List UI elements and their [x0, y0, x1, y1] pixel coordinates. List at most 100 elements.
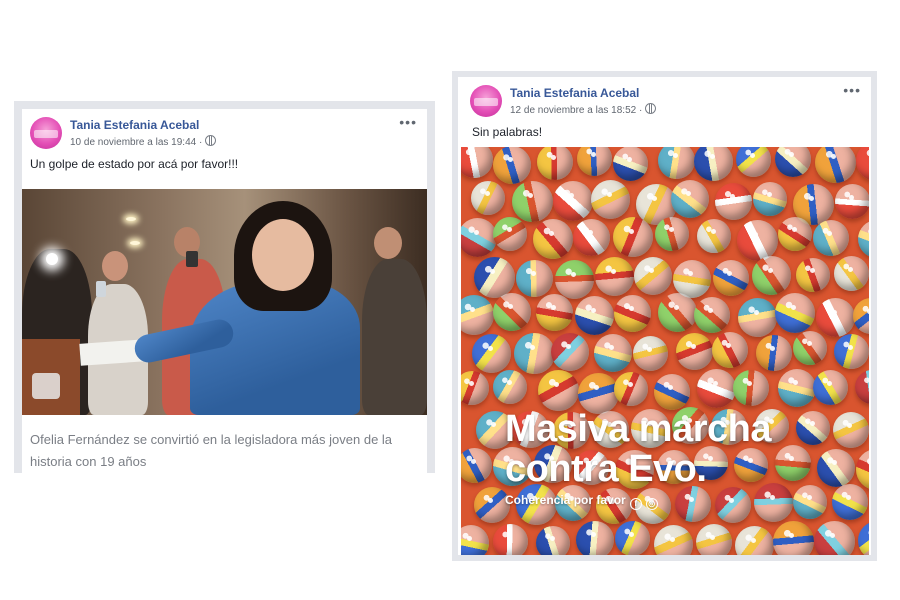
marble — [573, 219, 610, 256]
marble — [697, 369, 736, 408]
author-name[interactable]: Tania Estefania Acebal — [70, 118, 199, 132]
marble — [461, 147, 493, 178]
marble — [654, 525, 693, 555]
marble — [814, 521, 855, 555]
marble — [813, 370, 848, 405]
marble — [858, 220, 869, 258]
marble — [614, 295, 651, 332]
bystander — [362, 259, 427, 415]
instagram-icon: ◎ — [645, 498, 658, 510]
marble — [614, 372, 648, 406]
post-card-1: Tania Estefania Acebal 10 de noviembre a… — [14, 101, 435, 481]
marble — [536, 526, 570, 555]
marble — [493, 524, 528, 555]
marble — [516, 260, 553, 297]
marble — [575, 296, 614, 335]
marble — [472, 334, 511, 373]
globe-icon — [205, 135, 217, 146]
marble — [815, 147, 856, 183]
bystander-head — [374, 227, 402, 259]
marble — [551, 333, 589, 371]
marble — [712, 332, 748, 368]
marble — [697, 219, 731, 253]
marble — [537, 147, 573, 180]
post-timestamp[interactable]: 12 de noviembre a las 18:52 · — [510, 103, 657, 116]
avatar[interactable] — [470, 85, 502, 117]
post-header: Tania Estefania Acebal 10 de noviembre a… — [30, 115, 419, 157]
marble — [858, 521, 869, 555]
marble — [738, 298, 777, 337]
marble — [855, 370, 869, 404]
ceiling-light — [130, 241, 140, 245]
more-options-icon[interactable]: ••• — [843, 83, 861, 97]
author-name[interactable]: Tania Estefania Acebal — [510, 86, 639, 100]
post-header: Tania Estefania Acebal 12 de noviembre a… — [470, 83, 863, 125]
marble — [577, 147, 612, 176]
post-card-2: Tania Estefania Acebal 12 de noviembre a… — [452, 71, 877, 561]
marble — [654, 374, 690, 410]
marble — [796, 258, 830, 292]
marble — [493, 147, 531, 184]
marble — [676, 333, 713, 370]
post-photo[interactable] — [22, 189, 427, 415]
marble — [835, 184, 869, 219]
marble — [461, 295, 494, 335]
marble — [671, 180, 709, 218]
timestamp-text[interactable]: 10 de noviembre a las 19:44 · — [70, 137, 202, 148]
avatar[interactable] — [30, 117, 62, 149]
marble — [696, 524, 732, 555]
marble — [816, 298, 855, 337]
marble — [576, 521, 614, 555]
marble — [512, 181, 553, 222]
marble — [775, 293, 815, 333]
phone-flash — [46, 253, 58, 265]
marble — [736, 147, 771, 177]
marble — [694, 297, 730, 333]
marble — [832, 484, 868, 520]
marble — [778, 369, 816, 407]
photo-badge-icon — [32, 373, 60, 399]
link-preview[interactable]: Ofelia Fernández se convirtió en la legi… — [22, 415, 427, 481]
marble — [733, 370, 769, 406]
image-subtitle: Coherencia por favor f ◎ — [505, 493, 658, 510]
marble — [536, 294, 573, 331]
marble — [493, 370, 527, 404]
post-photo[interactable]: Masiva marcha contra Evo. Coherencia por… — [461, 147, 869, 555]
marble — [778, 217, 812, 251]
post-timestamp[interactable]: 10 de noviembre a las 19:44 · — [70, 135, 217, 148]
marble — [615, 521, 650, 555]
marble — [538, 370, 579, 411]
marble — [735, 526, 774, 555]
woman-face — [252, 219, 314, 291]
marble — [715, 487, 751, 523]
marble — [613, 147, 648, 181]
post-text: Sin palabras! — [472, 125, 543, 139]
more-options-icon[interactable]: ••• — [399, 115, 417, 129]
marble — [658, 293, 697, 332]
marble — [756, 335, 792, 371]
marble — [658, 147, 695, 179]
ceiling-light — [126, 217, 136, 221]
phone — [186, 251, 198, 267]
marble — [514, 333, 555, 374]
marble — [493, 217, 527, 251]
marble — [461, 371, 489, 405]
timestamp-text[interactable]: 12 de noviembre a las 18:52 · — [510, 105, 642, 116]
marble — [461, 218, 497, 257]
marble — [694, 147, 733, 181]
marble — [813, 220, 849, 256]
marble — [713, 260, 749, 296]
bystander-head — [102, 251, 128, 281]
facebook-icon: f — [629, 498, 642, 510]
marble — [775, 147, 811, 177]
marble — [533, 219, 573, 259]
globe-icon — [645, 103, 657, 114]
marble — [793, 485, 827, 519]
marble — [555, 260, 594, 299]
marble — [493, 293, 531, 331]
marble — [675, 486, 711, 522]
marble — [853, 298, 869, 334]
marble — [461, 525, 489, 555]
link-caption-text[interactable]: Ofelia Fernández se convirtió en la legi… — [30, 429, 420, 473]
marble — [793, 331, 827, 365]
